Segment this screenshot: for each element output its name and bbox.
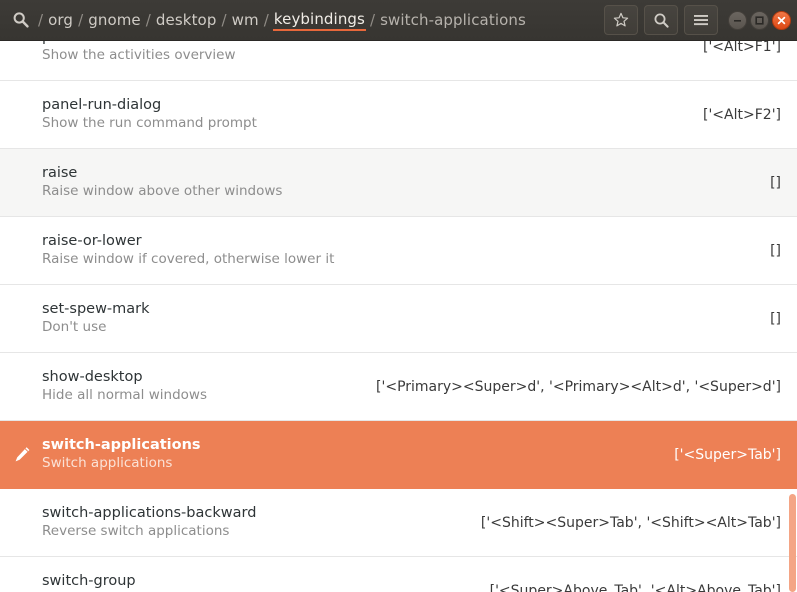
table-row[interactable]: raise-or-lower Raise window if covered, … [0,217,797,285]
breadcrumb-item-keybindings[interactable]: keybindings [272,9,366,31]
setting-value: ['<Shift><Super>Tab', '<Shift><Alt>Tab'] [480,514,781,531]
menu-button[interactable] [684,5,718,35]
setting-value: ['<Primary><Super>d', '<Primary><Alt>d',… [376,378,781,395]
breadcrumb-item-desktop[interactable]: desktop [155,10,218,31]
row-text: switch-group Switch windows of an applic… [42,572,476,592]
table-row[interactable]: switch-group Switch windows of an applic… [0,557,797,592]
row-text: switch-applications-backward Reverse swi… [42,504,467,540]
breadcrumb-item-org[interactable]: org [47,10,74,31]
setting-value: ['<Super>Tab'] [674,446,781,463]
setting-description: Raise window if covered, otherwise lower… [42,251,335,267]
maximize-icon [754,15,765,26]
row-text: switch-applications Switch applications [42,436,660,472]
search-icon [653,12,670,29]
settings-list-viewport[interactable]: panel-main-menu Show the activities over… [0,41,797,592]
setting-value: ['<Super>Above_Tab', '<Alt>Above_Tab'] [489,582,781,592]
star-icon [613,12,629,28]
breadcrumb-separator: / [263,11,269,29]
setting-key: switch-applications-backward [42,505,257,522]
setting-value: [] [770,310,781,327]
breadcrumb[interactable]: / org / gnome / desktop / wm / keybindin… [34,9,596,31]
setting-description: Don't use [42,319,107,335]
breadcrumb-item-switch-applications[interactable]: switch-applications [379,10,527,31]
minimize-button[interactable] [728,10,747,30]
setting-key: show-desktop [42,369,143,386]
settings-list: panel-main-menu Show the activities over… [0,41,797,592]
window-controls [728,10,791,30]
setting-key: switch-group [42,573,136,590]
table-row[interactable]: panel-run-dialog Show the run command pr… [0,81,797,149]
row-text: set-spew-mark Don't use [42,300,756,336]
breadcrumb-separator: / [38,11,44,29]
setting-value: [] [770,174,781,191]
breadcrumb-separator: / [369,11,376,29]
breadcrumb-separator: / [145,11,151,29]
minimize-icon [732,15,743,26]
setting-key: raise-or-lower [42,233,142,250]
row-text: show-desktop Hide all normal windows [42,368,362,404]
breadcrumb-item-gnome[interactable]: gnome [87,10,142,31]
setting-key: switch-applications [42,437,201,454]
setting-value: ['<Alt>F1'] [703,41,781,55]
table-row[interactable]: raise Raise window above other windows [… [0,149,797,217]
row-text: panel-main-menu Show the activities over… [42,41,689,65]
setting-description: Raise window above other windows [42,183,283,199]
maximize-button[interactable] [750,10,769,30]
row-text: panel-run-dialog Show the run command pr… [42,96,689,132]
setting-key: raise [42,165,78,182]
table-row[interactable]: set-spew-mark Don't use [] [0,285,797,353]
table-row[interactable]: show-desktop Hide all normal windows ['<… [0,353,797,421]
table-row[interactable]: switch-applications-backward Reverse swi… [0,489,797,557]
row-text: raise-or-lower Raise window if covered, … [42,232,756,268]
setting-description: Show the activities overview [42,47,236,63]
search-icon [10,9,32,31]
header-bar: / org / gnome / desktop / wm / keybindin… [0,0,797,41]
close-button[interactable] [772,10,791,30]
bookmark-button[interactable] [604,5,638,35]
close-icon [776,15,787,26]
breadcrumb-item-wm[interactable]: wm [231,10,260,31]
row-text: raise Raise window above other windows [42,164,756,200]
setting-description: Hide all normal windows [42,387,207,403]
setting-key: set-spew-mark [42,301,150,318]
search-button[interactable] [644,5,678,35]
header-button-group [604,5,718,35]
setting-value: ['<Alt>F2'] [703,106,781,123]
setting-value: [] [770,242,781,259]
hamburger-icon [693,13,709,27]
setting-description: Show the run command prompt [42,115,257,131]
setting-description: Switch applications [42,455,173,471]
setting-description: Reverse switch applications [42,523,230,539]
breadcrumb-separator: / [78,11,84,29]
table-row-selected[interactable]: switch-applications Switch applications … [0,421,797,489]
breadcrumb-separator: / [221,11,227,29]
table-row[interactable]: panel-main-menu Show the activities over… [0,41,797,81]
setting-key: panel-run-dialog [42,97,162,114]
pencil-icon [10,443,34,467]
